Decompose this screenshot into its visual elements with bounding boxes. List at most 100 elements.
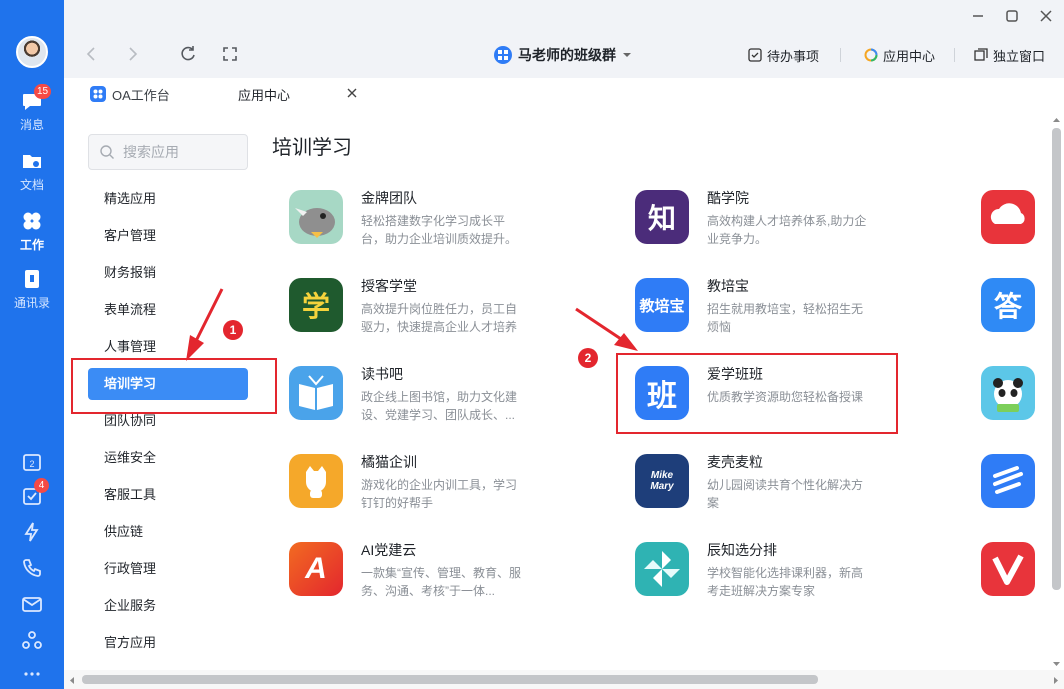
vertical-scrollbar[interactable] <box>1050 114 1062 674</box>
close-icon[interactable] <box>345 86 359 100</box>
todo-tool[interactable]: 4 <box>20 478 49 508</box>
app-name: 金牌团队 <box>361 190 417 206</box>
app-description: 幼儿园阅读共育个性化解决方案 <box>707 478 864 510</box>
pinwheel-logo <box>635 542 689 596</box>
app-card[interactable]: Mike Mary 麦壳麦粒 幼儿园阅读共育个性化解决方案 <box>635 454 935 514</box>
standalone-window-button[interactable]: 独立窗口 <box>974 44 1045 66</box>
org-structure-icon[interactable] <box>20 628 44 652</box>
rail-item-docs[interactable]: 文档 <box>0 150 64 193</box>
group-switcher[interactable]: 马老师的班级群 <box>494 44 632 66</box>
rail-item-label: 工作 <box>19 238 44 252</box>
panda-logo <box>981 366 1035 420</box>
app-logo: Mike Mary <box>635 454 689 508</box>
app-search-box[interactable] <box>88 134 248 170</box>
stripes-logo <box>981 454 1035 508</box>
maximize-icon[interactable] <box>1002 6 1022 26</box>
app-logo: 学 <box>289 278 343 332</box>
divider <box>840 48 841 62</box>
rail-item-work[interactable]: 工作 <box>0 210 64 253</box>
app-card[interactable]: 学 授客学堂 高效提升岗位胜任力，员工自驱力，快速提高企业人才培养 <box>289 278 589 338</box>
app-card-partial[interactable] <box>981 454 1035 514</box>
rail-item-label: 通讯录 <box>13 296 50 310</box>
app-card-partial[interactable] <box>981 542 1035 602</box>
app-name: 橘猫企训 <box>361 454 417 470</box>
app-card[interactable]: 金牌团队 轻松搭建数字化学习成长平台，助力企业培训质效提升。 <box>289 190 589 250</box>
app-center-button[interactable]: 应用中心 <box>864 44 935 66</box>
group-grid-icon <box>494 46 512 64</box>
minimize-icon[interactable] <box>968 6 988 26</box>
category-enterprise[interactable]: 企业服务 <box>88 590 248 622</box>
todo-button[interactable]: 待办事项 <box>748 44 819 66</box>
category-featured[interactable]: 精选应用 <box>88 183 248 215</box>
more-dots-icon[interactable] <box>20 662 44 686</box>
app-card[interactable]: A AI党建云 一款集“宣传、管理、教育、服务、沟通、考核”于一体... <box>289 542 589 602</box>
app-name: 教培宝 <box>707 278 749 294</box>
rail-item-messages[interactable]: 消息 15 <box>0 84 64 133</box>
standalone-label: 独立窗口 <box>993 48 1046 64</box>
scroll-left-arrow-icon[interactable] <box>68 676 76 685</box>
app-card[interactable]: 知 酷学院 高效构建人才培养体系,助力企业竞争力。 <box>635 190 935 250</box>
folder-icon <box>23 155 41 168</box>
scroll-up-arrow-icon[interactable] <box>1052 116 1061 124</box>
tab-oa-workbench[interactable]: OA工作台 <box>76 78 222 110</box>
app-description: 一款集“宣传、管理、教育、服务、沟通、考核”于一体... <box>361 566 521 598</box>
category-official[interactable]: 官方应用 <box>88 627 248 659</box>
clover-icon <box>90 86 106 102</box>
app-card[interactable]: 读书吧 政企线上图书馆，助力文化建设、党建学习、团队成长、... <box>289 366 589 426</box>
category-service[interactable]: 客服工具 <box>88 479 248 511</box>
mail-icon[interactable] <box>20 592 44 616</box>
app-name: 麦壳麦粒 <box>707 454 763 470</box>
rail-item-contacts[interactable]: 通讯录 <box>0 268 64 311</box>
scroll-right-arrow-icon[interactable] <box>1052 676 1060 685</box>
refresh-icon[interactable] <box>178 44 198 64</box>
avatar[interactable] <box>16 36 48 68</box>
app-card[interactable]: 教培宝 教培宝 招生就用教培宝，轻松招生无烦恼 <box>635 278 935 338</box>
close-window-icon[interactable] <box>1036 6 1056 26</box>
top-bar: 马老师的班级群 待办事项 应用中心 独立窗口 <box>64 0 1064 78</box>
forward-arrow-icon[interactable] <box>122 44 142 64</box>
app-card[interactable]: 辰知选分排 学校智能化选排课利器，新高考走班解决方案专家 <box>635 542 935 602</box>
app-card-partial[interactable] <box>981 190 1035 250</box>
app-logo: A <box>289 542 343 596</box>
horizontal-scrollbar[interactable] <box>64 670 1064 689</box>
annotation-arrow <box>575 307 638 351</box>
horizontal-scroll-thumb[interactable] <box>82 675 818 684</box>
highlight-box-app <box>616 353 898 434</box>
tab-label: 应用中心 <box>238 87 291 103</box>
app-description: 游戏化的企业内训工具，学习钉钉的好帮手 <box>361 478 518 510</box>
window-icon <box>974 48 988 61</box>
divider <box>954 48 955 62</box>
fullscreen-icon[interactable] <box>220 44 240 64</box>
lightning-icon[interactable] <box>20 520 44 544</box>
scroll-down-arrow-icon[interactable] <box>1052 660 1061 668</box>
app-name: 授客学堂 <box>361 278 417 294</box>
app-description: 政企线上图书馆，助力文化建设、党建学习、团队成长、... <box>361 390 518 422</box>
group-name: 马老师的班级群 <box>518 47 616 63</box>
clover-icon <box>23 212 41 230</box>
category-admin[interactable]: 行政管理 <box>88 553 248 585</box>
app-name: AI党建云 <box>361 542 417 558</box>
app-name: 酷学院 <box>707 190 749 206</box>
todo-check-icon <box>748 48 762 62</box>
app-description: 招生就用教培宝，轻松招生无烦恼 <box>707 302 864 334</box>
app-card-partial[interactable] <box>981 366 1035 426</box>
tab-app-center[interactable]: 应用中心 <box>224 78 371 110</box>
message-count-badge: 15 <box>34 84 52 99</box>
calendar-icon[interactable]: 2 <box>20 450 44 474</box>
category-supply-chain[interactable]: 供应链 <box>88 516 248 548</box>
annotation-arrow <box>186 288 224 361</box>
section-title: 培训学习 <box>272 137 352 159</box>
phone-icon[interactable] <box>20 556 44 580</box>
app-description: 学校智能化选排课利器，新高考走班解决方案专家 <box>707 566 864 598</box>
app-card-partial[interactable]: 答 <box>981 278 1035 338</box>
highlight-box-category <box>71 358 277 414</box>
search-input[interactable] <box>121 143 231 161</box>
back-arrow-icon[interactable] <box>82 44 102 64</box>
todo-label: 待办事项 <box>767 48 820 64</box>
vertical-scroll-thumb[interactable] <box>1052 128 1061 590</box>
svg-text:2: 2 <box>29 459 34 469</box>
app-card[interactable]: 橘猫企训 游戏化的企业内训工具，学习钉钉的好帮手 <box>289 454 589 514</box>
category-customer[interactable]: 客户管理 <box>88 220 248 252</box>
todo-count-badge: 4 <box>34 478 49 493</box>
category-ops-security[interactable]: 运维安全 <box>88 442 248 474</box>
